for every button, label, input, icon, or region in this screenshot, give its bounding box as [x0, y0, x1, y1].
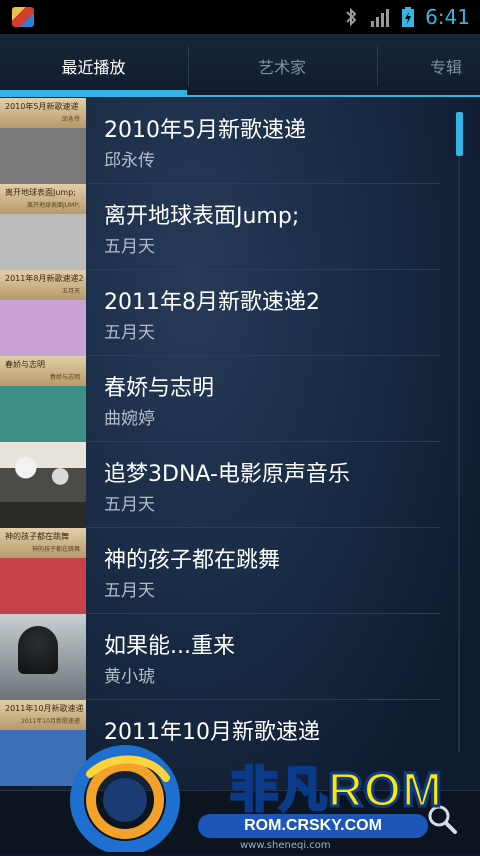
watermark-title: 非凡ROM	[228, 763, 443, 819]
album-artist: 曲婉婷	[104, 409, 155, 429]
cover-subtitle: 神的孩子都在跳舞	[31, 546, 80, 553]
album-cover: 离开地球表面Jump; 离开地球表面JUMP;	[0, 184, 86, 270]
scrollbar-thumb[interactable]	[456, 112, 463, 156]
list-item[interactable]: 神的孩子都在跳舞 神的孩子都在跳舞 神的孩子都在跳舞 五月天	[0, 528, 440, 614]
active-tab-indicator	[0, 90, 187, 96]
cover-fill	[0, 214, 86, 270]
tab-label: 专辑	[430, 58, 463, 77]
cover-title: 2010年5月新歌速递	[5, 102, 79, 111]
watermark-url: ROM.CRSKY.COM	[198, 814, 428, 838]
tab-bar: 最近播放 艺术家 专辑	[0, 34, 480, 98]
cover-title: 神的孩子都在跳舞	[5, 532, 69, 541]
scrollbar-track	[458, 112, 460, 752]
cover-subtitle: 2011年10月新歌速递	[21, 718, 80, 725]
album-title: 2010年5月新歌速递	[104, 118, 306, 143]
album-title: 如果能...重来	[104, 634, 235, 659]
tab-recently-played[interactable]: 最近播放	[0, 34, 187, 98]
album-cover-photo	[0, 614, 86, 700]
tab-albums[interactable]: 专辑	[430, 34, 480, 98]
cover-title: 春娇与志明	[5, 360, 45, 369]
album-list: 2010年5月新歌速递 邱永传 2010年5月新歌速递 邱永传 离开地球表面Ju…	[0, 98, 440, 786]
cover-title: 离开地球表面Jump;	[5, 188, 76, 197]
album-title: 神的孩子都在跳舞	[104, 548, 281, 573]
cover-subtitle: 五月天	[61, 288, 80, 295]
watermark: 非凡ROM ROM.CRSKY.COM www.sheneqi.com	[70, 740, 443, 855]
battery-charging-icon	[401, 6, 415, 28]
list-item[interactable]: 2010年5月新歌速递 邱永传 2010年5月新歌速递 邱永传	[0, 98, 440, 184]
list-item[interactable]: 如果能...重来 黄小琥	[0, 614, 440, 700]
album-title: 追梦3DNA-电影原声音乐	[104, 462, 350, 487]
album-artist: 五月天	[104, 323, 155, 343]
cover-title: 2011年10月新歌速递	[5, 704, 84, 713]
list-item[interactable]: 追梦3DNA-电影原声音乐 五月天	[0, 442, 440, 528]
album-cover: 2010年5月新歌速递 邱永传	[0, 98, 86, 184]
status-bar: 6:41	[0, 0, 480, 34]
album-artist: 邱永传	[104, 151, 155, 171]
cover-subtitle: 离开地球表面JUMP;	[27, 202, 80, 209]
cover-fill	[0, 128, 86, 184]
cover-subtitle: 春娇与志明	[49, 374, 80, 381]
cover-subtitle: 邱永传	[61, 116, 80, 123]
album-artist: 五月天	[104, 581, 155, 601]
album-cover: 春娇与志明 春娇与志明	[0, 356, 86, 442]
tab-label: 艺术家	[257, 58, 306, 77]
cover-fill	[0, 386, 86, 442]
tab-artists[interactable]: 艺术家	[188, 34, 376, 98]
album-artist: 黄小琥	[104, 667, 155, 687]
cover-fill	[0, 300, 86, 356]
watermark-logo	[70, 744, 180, 855]
album-title: 2011年8月新歌速递2	[104, 290, 320, 315]
album-title: 春娇与志明	[104, 376, 215, 401]
list-item[interactable]: 春娇与志明 春娇与志明 春娇与志明 曲婉婷	[0, 356, 440, 442]
list-item[interactable]: 离开地球表面Jump; 离开地球表面JUMP; 离开地球表面Jump; 五月天	[0, 184, 440, 270]
album-cover: 神的孩子都在跳舞 神的孩子都在跳舞	[0, 528, 86, 614]
album-artist: 五月天	[104, 237, 155, 257]
cover-title: 2011年8月新歌速递2	[5, 274, 84, 283]
bluetooth-icon	[343, 6, 359, 28]
cover-fill	[0, 558, 86, 614]
album-cover: 2011年8月新歌速递2 五月天	[0, 270, 86, 356]
status-icons: 6:41	[343, 0, 470, 34]
album-cover-photo	[0, 442, 86, 528]
list-item[interactable]: 2011年8月新歌速递2 五月天 2011年8月新歌速递2 五月天	[0, 270, 440, 356]
album-title: 离开地球表面Jump;	[104, 204, 300, 229]
notification-app-icon	[12, 7, 34, 27]
clock: 6:41	[425, 5, 470, 29]
tab-divider	[377, 46, 378, 86]
album-artist: 五月天	[104, 495, 155, 515]
watermark-small-url: www.sheneqi.com	[240, 840, 331, 851]
tab-label: 最近播放	[61, 58, 126, 77]
signal-icon	[369, 6, 391, 28]
